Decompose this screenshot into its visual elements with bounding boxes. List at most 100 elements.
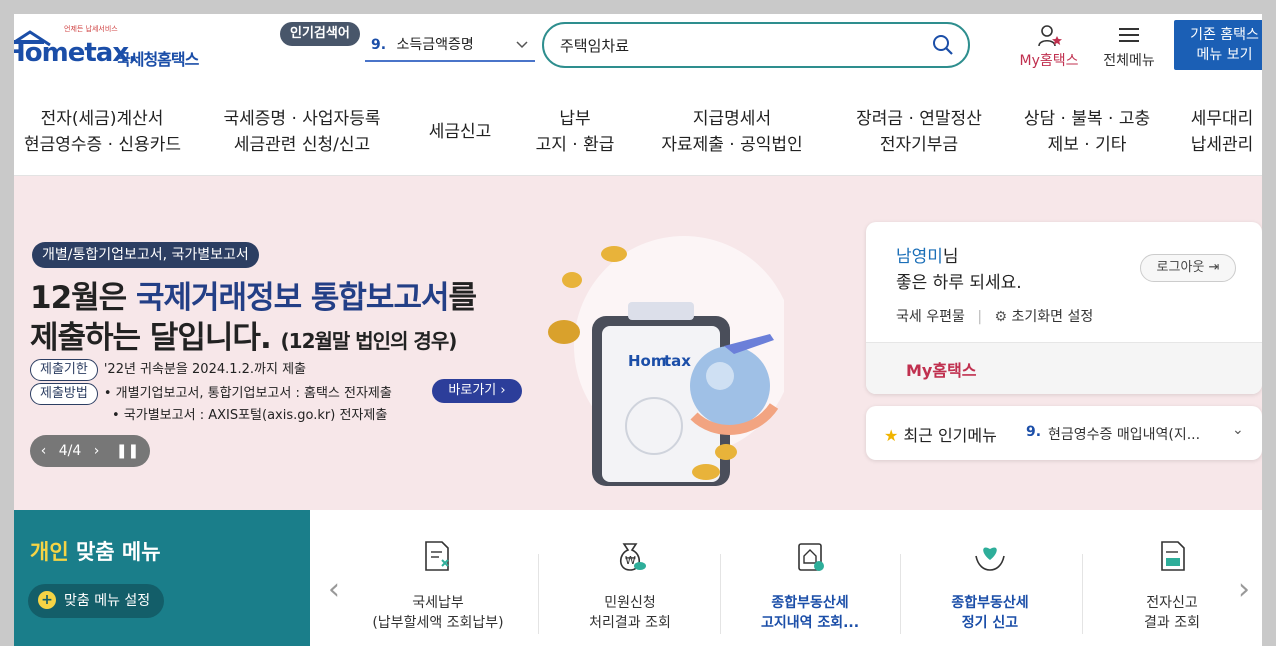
logo-tagline: 언제든 납세서비스 — [64, 25, 118, 33]
heart-hand-icon — [975, 547, 1005, 571]
user-name-suffix: 님 — [942, 247, 959, 267]
nav-item-payment[interactable]: 납부 고지 · 환급 — [528, 106, 622, 158]
recent-value: 현금영수증 매입내역(지... — [1048, 427, 1201, 443]
all-menu-label: 전체메뉴 — [1103, 53, 1155, 69]
hero-tag: 개별/통합기업보고서, 국가별보고서 — [32, 242, 259, 268]
quick-item-property-report[interactable]: 종합부동산세 정기 신고 — [900, 530, 1080, 646]
nav-item-einvoice[interactable]: 전자(세금)계산서 현금영수증 · 신용카드 — [24, 106, 181, 158]
method-pill: 제출방법 — [30, 383, 98, 405]
goto-button[interactable]: 바로가기 › — [432, 379, 522, 403]
hero-title-line1: 12월은 국제거래정보 통합보고서를 — [30, 272, 477, 317]
login-card: 남영미님 좋은 하루 되세요. 로그아웃 ⇥ 국세 우편물 | ⚙ 초기화면 설… — [866, 222, 1262, 394]
tax-payment-icon — [425, 541, 449, 571]
hero-method-row: 제출방법 • 개별기업보고서, 통합기업보고서 : 홈택스 전자제출 — [30, 382, 392, 405]
quick-item-civil-request[interactable]: ₩ 민원신청 처리결과 조회 — [540, 530, 720, 646]
my-hometax-label: My홈택스 — [1019, 53, 1079, 69]
quick-item-e-filing-result[interactable]: 전자신고 결과 조회 — [1082, 530, 1262, 646]
hero-illustration: Hom tax — [548, 236, 784, 486]
quick-menu: ‹ › 국세납부 (납부할세액 조회납부) ₩ 민원신청 처리결과 조회 종합부… — [310, 510, 1262, 646]
recent-title-text: 최근 인기메뉴 — [903, 426, 997, 445]
quick-item-tax-payment[interactable]: 국세납부 (납부할세액 조회납부) — [348, 530, 528, 646]
next-arrow-icon[interactable]: › — [94, 443, 100, 459]
nav-item-certificate[interactable]: 국세증명 · 사업자등록 세금관련 신청/신고 — [218, 106, 386, 158]
personal-setting-label: 맞춤 메뉴 설정 — [64, 593, 151, 609]
popular-search-badge: 인기검색어 — [280, 22, 360, 46]
nav-item-statement[interactable]: 지급명세서 자료제출 · 공익법인 — [654, 106, 810, 158]
browser-page: 언제든 납세서비스 Hometax. 국세청홈택스 인기검색어 9. 소득금액증… — [14, 14, 1262, 646]
logout-label: 로그아웃 — [1156, 260, 1205, 275]
popular-term: 소득금액증명 — [396, 37, 474, 53]
quick-label-line1: 전자신고 — [1146, 595, 1198, 611]
hero-title2-main: 제출하는 달입니다. — [30, 320, 281, 356]
star-icon: ★ — [884, 426, 899, 445]
hero-banner: 개별/통합기업보고서, 국가별보고서 12월은 국제거래정보 통합보고서를 제출… — [14, 176, 1262, 510]
method-text2: • 국가별보고서 : AXIS포털(axis.go.kr) 전자제출 — [112, 408, 388, 423]
personal-title-highlight: 개인 — [30, 540, 69, 564]
svg-text:tax: tax — [664, 352, 691, 370]
all-menu-button[interactable]: 전체메뉴 — [1096, 22, 1162, 72]
logo-korean: 국세청홈택스 — [116, 50, 199, 69]
chevron-right-icon: › — [500, 383, 506, 398]
quick-item-property-notice[interactable]: 종합부동산세 고지내역 조회... — [720, 530, 900, 646]
quick-label-line1: 종합부동산세 — [771, 595, 849, 611]
prev-arrow-icon[interactable]: ‹ — [41, 443, 47, 459]
my-hometax-button[interactable]: My홈택스 — [1014, 22, 1084, 72]
pause-icon[interactable]: ❚❚ — [116, 443, 139, 459]
quick-label-line1: 민원신청 — [604, 595, 656, 611]
hero-method-row2: • 국가별보고서 : AXIS포털(axis.go.kr) 전자제출 — [112, 404, 387, 423]
login-links: 국세 우편물 | ⚙ 초기화면 설정 — [896, 306, 1093, 326]
search-icon[interactable] — [932, 34, 954, 56]
classic-line2: 메뉴 보기 — [1196, 47, 1253, 63]
recent-rank: 9. — [1026, 424, 1042, 440]
user-name-row: 남영미님 — [896, 242, 959, 267]
popular-search-select[interactable]: 9. 소득금액증명 — [365, 30, 535, 62]
chevron-left-icon[interactable]: ‹ — [328, 572, 340, 607]
search-input[interactable] — [560, 34, 920, 56]
gear-icon: ⚙ — [994, 309, 1008, 325]
nav-label-line2: 고지 · 환급 — [535, 135, 615, 155]
my-hometax-tab-label: My홈택스 — [906, 361, 977, 380]
nav-label-line2: 납세관리 — [1190, 135, 1254, 155]
home-setting-link[interactable]: 초기화면 설정 — [1012, 309, 1094, 325]
nav-label-line2: 제보 · 기타 — [1047, 135, 1127, 155]
method-text1: • 개별기업보고서, 통합기업보고서 : 홈택스 전자제출 — [103, 386, 392, 401]
my-hometax-tab[interactable]: My홈택스 — [866, 342, 1262, 394]
recent-popular-menu[interactable]: ★ 최근 인기메뉴 9. 현금영수증 매입내역(지... ⌄ — [866, 406, 1262, 460]
plus-icon: + — [38, 591, 56, 609]
hero-title2-small: (12월말 법인의 경우) — [280, 329, 458, 353]
header: 언제든 납세서비스 Hometax. 국세청홈택스 인기검색어 9. 소득금액증… — [14, 14, 1262, 82]
quick-label-line2: (납부할세액 조회납부) — [372, 615, 504, 631]
nav-item-tax-report[interactable]: 세금신고 — [420, 119, 500, 145]
divider: | — [977, 309, 983, 325]
search-box — [542, 22, 970, 68]
user-star-icon — [1038, 25, 1062, 47]
hamburger-icon — [1119, 28, 1139, 42]
pager-count: 4/4 — [58, 443, 82, 459]
hometax-logo[interactable]: 언제든 납세서비스 Hometax. 국세청홈택스 — [14, 22, 224, 72]
personal-setting-button[interactable]: + 맞춤 메뉴 설정 — [28, 584, 165, 618]
nav-label-line1: 전자(세금)계산서 — [40, 109, 164, 129]
quick-label-line1: 종합부동산세 — [951, 595, 1029, 611]
money-bag-icon: ₩ — [619, 543, 646, 571]
mailbox-link[interactable]: 국세 우편물 — [896, 309, 965, 325]
nav-label-line1: 세무대리 — [1190, 109, 1254, 129]
logout-button[interactable]: 로그아웃 ⇥ — [1140, 254, 1236, 282]
nav-item-consult[interactable]: 상담 · 불복 · 고충 제보 · 기타 — [1012, 106, 1162, 158]
nav-item-incentive[interactable]: 장려금 · 연말정산 전자기부금 — [840, 106, 998, 158]
nav-label-line1: 상담 · 불복 · 고충 — [1023, 109, 1151, 129]
classic-menu-button[interactable]: 기존 홈택스 메뉴 보기 — [1174, 20, 1262, 70]
quick-label-line2: 고지내역 조회... — [760, 615, 860, 631]
svg-text:Hom: Hom — [628, 352, 667, 370]
nav-label-line1: 납부 — [559, 109, 591, 129]
nav-label-line1: 국세증명 · 사업자등록 — [223, 109, 381, 129]
hero-title-highlight: 국제거래정보 통합보고서 — [135, 280, 450, 316]
nav-item-agent[interactable]: 세무대리 납세관리 — [1184, 106, 1260, 158]
hero-title-prefix: 12월은 — [30, 280, 136, 316]
classic-line1: 기존 홈택스 — [1190, 27, 1259, 43]
hero-deadline-row: 제출기한 '22년 귀속분을 2024.1.2.까지 제출 — [30, 358, 306, 381]
personal-menu-title: 개인 맞춤 메뉴 — [30, 536, 161, 566]
quick-label-line2: 결과 조회 — [1144, 615, 1200, 631]
divider — [538, 554, 539, 634]
greeting-text: 좋은 하루 되세요. — [896, 273, 1022, 293]
document-result-icon — [1161, 541, 1185, 571]
